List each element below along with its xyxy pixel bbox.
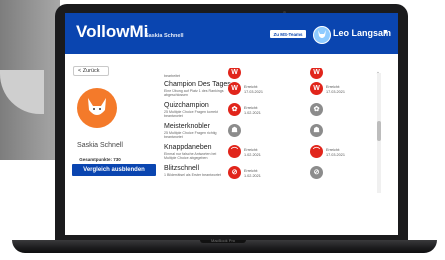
achievement-desc: 1 Bilderrätsel als Erster beantwortet — [164, 173, 221, 177]
badge-icon: W — [231, 85, 238, 92]
badge-icon: ✿ — [313, 106, 320, 113]
badge-left: ⊘ — [228, 166, 241, 179]
achievement-row: Knappdaneben Einmal nur falsche Antworte… — [158, 144, 378, 166]
achievement-row: Blitzschnell 1 Bilderrätsel als Erster b… — [158, 165, 378, 187]
badge-right: ⊘ — [310, 166, 323, 179]
badge-icon: ⊘ — [231, 169, 238, 176]
earned-date-left: Erreicht: 17.03.2021 — [244, 85, 264, 94]
badge-icon: ☗ — [231, 127, 238, 134]
profile-name: Saskia Schnell — [77, 142, 123, 149]
earned-date-left: Erreicht: 1.02.2021 — [244, 148, 261, 157]
badge-right: ⌒ — [310, 145, 323, 158]
profile-avatar — [77, 88, 117, 128]
laptop-brand: MacBook Pro — [210, 238, 235, 243]
achievement-row: Quizchampion 25 Multiple Choice Fragen k… — [158, 102, 378, 124]
achievement-list[interactable]: bearbeitet W W Champion Des Tages Eine Ü… — [158, 68, 388, 193]
ms-teams-button[interactable]: Zu MS-Teams — [270, 30, 306, 38]
chevron-down-icon[interactable]: ▼ — [382, 29, 389, 36]
badge-icon: ☗ — [313, 127, 320, 134]
achievement-title: Meisterknobler — [164, 123, 210, 130]
user-avatar[interactable] — [313, 26, 331, 44]
badge-left: W — [228, 68, 241, 79]
app-title: VollowMi — [76, 22, 149, 41]
achievement-row: Champion Des Tages Eine Übung auf Platz … — [158, 81, 378, 103]
achievement-desc: bearbeitet — [164, 74, 180, 78]
avatar-icon — [318, 30, 326, 38]
earned-date-left: Erreicht: 1.02.2021 — [244, 106, 261, 115]
badge-icon: ⌒ — [313, 148, 320, 155]
achievement-title: Champion Des Tages — [164, 81, 231, 88]
achievement-title: Quizchampion — [164, 102, 209, 109]
badge-icon: ⊘ — [313, 169, 320, 176]
badge-icon: W — [313, 85, 320, 92]
compare-toggle-button[interactable]: Vergleich ausblenden — [72, 164, 156, 176]
fox-icon — [88, 98, 106, 115]
scrollbar[interactable] — [377, 73, 381, 193]
badge-right: ☗ — [310, 124, 323, 137]
achievement-desc: Einmal nur falsche Antworten bei Multipl… — [164, 152, 217, 160]
achievement-desc: 25 Multiple Choice Fragen korrekt beantw… — [164, 110, 218, 118]
achievement-desc: Eine Übung auf Platz 1 des Rankings abge… — [164, 89, 224, 97]
earned-date-right: Erreicht: 17.03.2021 — [326, 85, 346, 94]
app-header: VollowMi Saskia Schnell Zu MS-Teams Leo … — [65, 13, 398, 54]
profile-points: Gesamtpunkte: 730 — [79, 157, 121, 162]
badge-right: ✿ — [310, 103, 323, 116]
badge-icon: W — [313, 69, 320, 76]
header-subtitle: Saskia Schnell — [145, 33, 184, 39]
badge-icon: ⌒ — [231, 148, 238, 155]
badge-icon: W — [231, 69, 238, 76]
badge-right: W — [310, 82, 323, 95]
achievement-desc: 25 Multiple Choice Fragen richtig beantw… — [164, 131, 217, 139]
badge-right: W — [310, 68, 323, 79]
badge-left: W — [228, 82, 241, 95]
back-button[interactable]: < Zurück — [73, 66, 109, 76]
achievement-title: Blitzschnell — [164, 165, 200, 172]
earned-date-left: Erreicht: 1.02.2021 — [244, 169, 261, 178]
scrollbar-thumb[interactable] — [377, 121, 381, 141]
app-screen: VollowMi Saskia Schnell Zu MS-Teams Leo … — [65, 13, 398, 235]
badge-left: ✿ — [228, 103, 241, 116]
achievement-title: Knappdaneben — [164, 144, 212, 151]
badge-left: ☗ — [228, 124, 241, 137]
achievement-row: Meisterknobler 25 Multiple Choice Fragen… — [158, 123, 378, 145]
earned-date-right: Erreicht: 17.03.2021 — [326, 148, 346, 157]
badge-icon: ✿ — [231, 106, 238, 113]
badge-left: ⌒ — [228, 145, 241, 158]
